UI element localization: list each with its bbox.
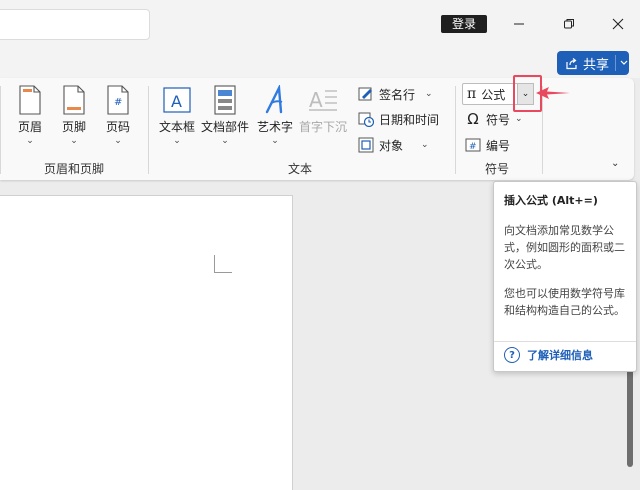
symbol-label: 符号 [486,112,511,127]
minimize-button[interactable] [506,12,532,36]
share-button[interactable]: 共享 [557,51,629,75]
equation-tooltip: 插入公式 (Alt+=) 向文档添加常见数学公式，例如圆形的面积或二次公式。 您… [493,181,637,372]
minimize-icon [514,23,524,25]
drop-cap-label: 首字下沉 [298,120,347,134]
tooltip-title: 插入公式 (Alt+=) [504,194,598,207]
tooltip-description: 向文档添加常见数学公式，例如圆形的面积或二次公式。 [504,224,625,271]
omega-icon: Ω [467,110,479,128]
chevron-down-icon: ⌄ [221,136,229,146]
chevron-down-icon: ⌄ [515,114,523,124]
header-footer-group-label: 页眉和页脚 [44,162,105,176]
svg-text:A: A [309,88,323,112]
footer-label: 页脚 [61,120,86,134]
pi-icon: π [467,86,477,102]
numbering-icon: # [464,136,482,154]
footer-button[interactable]: 页脚 ⌄ [49,84,99,146]
quick-parts-label: 文档部件 [200,120,249,134]
login-button[interactable]: 登录 [441,15,487,33]
document-page[interactable] [0,195,293,490]
learn-more-label: 了解详细信息 [527,349,593,362]
page-number-label: 页码 [105,120,130,134]
chevron-down-icon: ⌄ [421,140,429,150]
restore-button[interactable] [556,12,582,36]
page-number-icon: # [103,84,133,116]
share-row: 共享 [0,48,640,78]
share-icon [566,57,577,69]
header-button[interactable]: 页眉 ⌄ [5,84,55,146]
red-arrow-icon [536,87,570,99]
chevron-down-icon: ⌄ [26,136,34,146]
title-bar: 登录 [0,0,640,48]
date-time-button[interactable]: 日期和时间 [357,108,439,130]
learn-more-link[interactable]: ? 了解详细信息 [504,347,593,363]
close-icon [612,18,624,30]
drop-cap-button[interactable]: A 首字下沉 [298,84,348,135]
equation-label: 公式 [481,87,506,102]
signature-icon [357,85,375,103]
signature-line-button[interactable]: 签名行 ⌄ [357,83,433,105]
calendar-clock-icon [357,110,375,128]
restore-icon [564,19,574,29]
share-label: 共享 [583,57,610,73]
object-label: 对象 [379,138,404,153]
svg-text:#: # [469,142,477,152]
wordart-icon [260,84,290,116]
symbols-group-label: 符号 [485,162,510,176]
text-group-label: 文本 [288,162,313,176]
group-divider [0,86,1,174]
object-button[interactable]: 对象 ⌄ [357,134,429,156]
textbox-icon: A [162,84,192,116]
object-icon [357,136,375,154]
ribbon-options-chevron-icon[interactable]: ⌄ [611,158,619,169]
close-button[interactable] [605,12,631,36]
quick-parts-icon [210,84,240,116]
chevron-down-icon[interactable] [620,60,628,66]
quick-parts-button[interactable]: 文档部件 ⌄ [200,84,250,146]
page-number-button[interactable]: # 页码 ⌄ [93,84,143,146]
wordart-label: 艺术字 [256,120,293,134]
drop-cap-icon: A [308,84,338,116]
group-divider [455,86,456,174]
chevron-down-icon: ⌄ [271,136,279,146]
numbering-button[interactable]: # 编号 [464,134,510,156]
svg-text:#: # [114,97,122,108]
textbox-label: 文本框 [158,120,195,134]
signature-line-label: 签名行 [379,87,416,102]
tooltip-divider [494,341,636,342]
equation-button[interactable]: π 公式 [462,83,518,105]
share-divider [615,55,617,71]
date-time-label: 日期和时间 [379,112,440,127]
search-input[interactable] [0,9,150,40]
footer-icon [59,84,89,116]
header-icon [15,84,45,116]
group-divider [148,86,149,174]
chevron-down-icon: ⌄ [114,136,122,146]
tooltip-description-extra: 您也可以使用数学符号库和结构构造自己的公式。 [504,287,625,317]
chevron-down-icon: ⌄ [70,136,78,146]
header-label: 页眉 [17,120,42,134]
numbering-label: 编号 [486,138,511,153]
help-icon: ? [504,347,520,363]
svg-text:A: A [171,92,182,111]
textbox-button[interactable]: A 文本框 ⌄ [152,84,202,146]
margin-corner-mark [214,255,232,273]
wordart-button[interactable]: 艺术字 ⌄ [250,84,300,146]
chevron-down-icon: ⌄ [425,89,433,99]
chevron-down-icon: ⌄ [173,136,181,146]
